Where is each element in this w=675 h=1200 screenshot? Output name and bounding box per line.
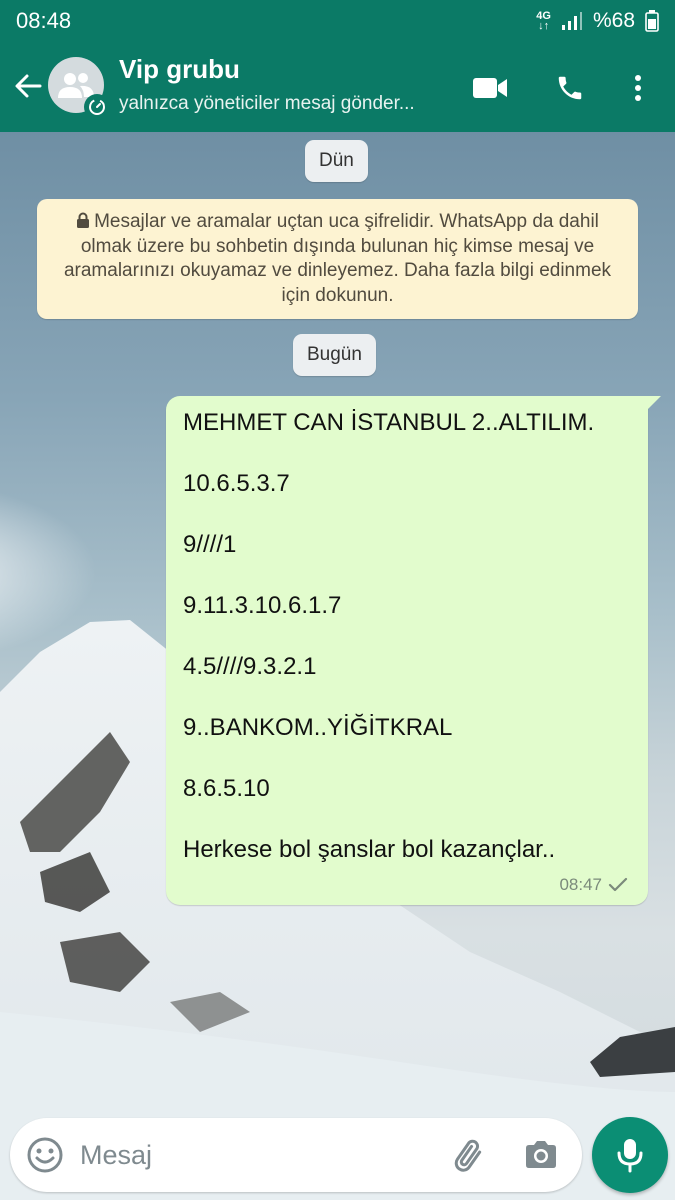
message-line: 9////1 — [183, 531, 237, 558]
back-button[interactable] — [10, 66, 46, 106]
emoji-icon — [27, 1137, 63, 1173]
message-line: MEHMET CAN İSTANBUL 2..ALTILIM. — [183, 409, 595, 436]
attach-button[interactable] — [450, 1136, 488, 1174]
disappearing-messages-badge — [84, 94, 110, 120]
microphone-icon — [617, 1139, 643, 1173]
message-composer — [10, 1118, 582, 1192]
date-separator-today: Bugün — [293, 334, 376, 376]
voice-message-button[interactable] — [592, 1117, 668, 1193]
message-line: 9..BANKOM..YİĞİTKRAL — [183, 714, 453, 741]
date-separator-yesterday: Dün — [305, 140, 368, 182]
video-call-button[interactable] — [470, 68, 510, 108]
message-time: 08:47 — [559, 875, 602, 894]
message-line: Herkese bol şanslar bol kazançlar.. — [183, 836, 556, 863]
message-meta: 08:47 — [559, 875, 628, 895]
camera-button[interactable] — [522, 1136, 560, 1174]
network-type-icon: 4G ↓↑ — [536, 10, 551, 32]
status-bar: 08:48 4G ↓↑ %68 — [0, 0, 675, 42]
more-options-button[interactable] — [618, 68, 658, 108]
more-vertical-icon — [635, 75, 641, 101]
lock-icon — [77, 212, 90, 228]
voice-call-button[interactable] — [550, 68, 590, 108]
message-line: 9.11.3.10.6.1.7 — [183, 592, 342, 619]
timer-icon — [89, 99, 105, 115]
paperclip-icon — [454, 1139, 482, 1172]
status-icons: 4G ↓↑ %68 — [536, 9, 659, 33]
arrow-left-icon — [15, 74, 42, 98]
chat-header: Vip grubu yalnızca yöneticiler mesaj gön… — [0, 42, 675, 132]
encryption-notice[interactable]: Mesajlar ve aramalar uçtan uca şifrelidi… — [37, 199, 638, 319]
emoji-button[interactable] — [26, 1136, 64, 1174]
message-line: 4.5////9.3.2.1 — [183, 653, 317, 680]
bubble-tail — [647, 396, 661, 410]
signal-icon — [561, 12, 582, 30]
single-check-icon — [608, 877, 628, 892]
status-time: 08:48 — [16, 8, 72, 33]
message-line: 8.6.5.10 — [183, 775, 270, 802]
battery-percent: %68 — [592, 9, 635, 32]
encryption-notice-text: Mesajlar ve aramalar uçtan uca şifrelidi… — [63, 211, 612, 306]
video-call-icon — [473, 78, 507, 98]
chat-title[interactable]: Vip grubu — [119, 54, 240, 85]
message-input[interactable] — [80, 1136, 380, 1174]
battery-icon — [645, 10, 659, 32]
message-line: 10.6.5.3.7 — [183, 470, 290, 497]
phone-icon — [558, 76, 582, 100]
chat-subtitle[interactable]: yalnızca yöneticiler mesaj gönder... — [119, 93, 415, 115]
camera-icon — [526, 1141, 556, 1168]
outgoing-message-bubble[interactable]: MEHMET CAN İSTANBUL 2..ALTILIM. 10.6.5.3… — [166, 396, 648, 905]
